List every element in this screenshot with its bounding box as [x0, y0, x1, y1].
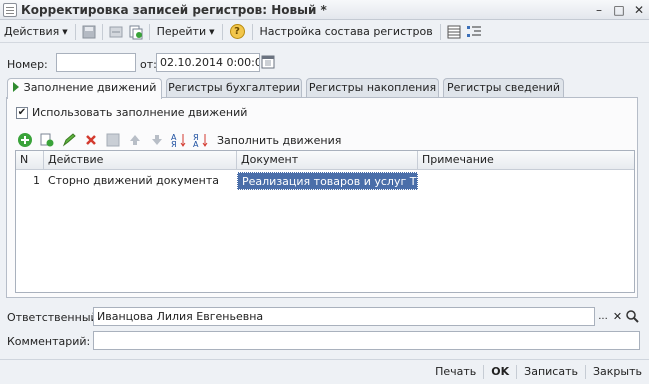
move-down-icon[interactable]: [149, 132, 165, 148]
register-list-icon[interactable]: [446, 24, 462, 40]
close-window-button[interactable]: Закрыть: [586, 363, 649, 381]
actions-label: Действия: [4, 25, 60, 38]
tab-accumulation-registers[interactable]: Регистры накопления: [306, 78, 439, 98]
toolbar-separator: [148, 23, 150, 40]
row-action[interactable]: Сторно движений документа: [44, 172, 237, 190]
play-icon: [12, 82, 19, 92]
toolbar-separator: [74, 23, 76, 40]
select-button[interactable]: ...: [596, 307, 610, 326]
row-document[interactable]: Реализация товаров и услуг Т.Д...: [237, 172, 418, 190]
title-bar: Корректировка записей регистров: Новый *…: [0, 0, 649, 20]
posting-icon[interactable]: [108, 24, 124, 40]
comment-field[interactable]: [93, 331, 640, 350]
use-fill-checkbox[interactable]: ✔: [16, 107, 28, 119]
minimize-button[interactable]: –: [589, 3, 609, 17]
use-fill-label: Использовать заполнение движений: [32, 106, 248, 119]
copy-icon[interactable]: [39, 132, 55, 148]
footer-bar: Печать OK Записать Закрыть: [0, 359, 649, 384]
responsible-label: Ответственный:: [7, 311, 102, 324]
close-button[interactable]: ✕: [629, 3, 649, 17]
actions-menu[interactable]: Действия ▼: [0, 22, 72, 42]
move-up-icon[interactable]: [127, 132, 143, 148]
delete-icon[interactable]: [83, 132, 99, 148]
edit-icon[interactable]: [61, 132, 77, 148]
end-edit-icon[interactable]: [105, 132, 121, 148]
ok-button[interactable]: OK: [484, 363, 516, 381]
clear-icon[interactable]: ✕: [611, 307, 624, 326]
column-header-document[interactable]: Документ: [237, 151, 418, 170]
goto-label: Перейти: [156, 25, 207, 38]
number-label: Номер:: [7, 58, 48, 71]
svg-text:A: A: [193, 140, 199, 148]
print-button[interactable]: Печать: [428, 363, 483, 381]
structure-list-icon[interactable]: [466, 24, 482, 40]
toolbar-separator: [439, 23, 441, 40]
add-icon[interactable]: [17, 132, 33, 148]
responsible-value: Иванцова Лилия Евгеньевна: [97, 310, 264, 323]
help-icon[interactable]: ?: [229, 24, 245, 39]
responsible-field[interactable]: Иванцова Лилия Евгеньевна: [93, 307, 595, 326]
calendar-icon[interactable]: [261, 54, 275, 70]
svg-text:Я: Я: [171, 140, 177, 148]
toolbar-separator: [251, 23, 253, 40]
movements-table: N Действие Документ Примечание 1 Сторно …: [15, 150, 635, 293]
save-disk-icon[interactable]: [81, 24, 97, 40]
caret-down-icon: ▼: [209, 27, 215, 36]
registers-setup-button[interactable]: Настройка состава регистров: [256, 22, 437, 42]
row-number: 1: [33, 174, 40, 187]
tab-fill-movements[interactable]: Заполнение движений: [7, 78, 162, 99]
tab-label: Регистры бухгалтерии: [168, 81, 300, 94]
row-note[interactable]: [418, 172, 634, 190]
registers-setup-label: Настройка состава регистров: [259, 25, 433, 38]
tab-label: Регистры сведений: [446, 81, 561, 94]
copy-document-icon[interactable]: [128, 24, 144, 40]
fill-movements-button[interactable]: Заполнить движения: [217, 134, 341, 147]
date-field[interactable]: 02.10.2014 0:00:00: [156, 53, 260, 72]
tab-information-registers[interactable]: Регистры сведений: [443, 78, 564, 98]
tab-accounting-registers[interactable]: Регистры бухгалтерии: [166, 78, 302, 98]
tab-panel: ✔ Использовать заполнение движений AЯ ЯA…: [6, 97, 638, 298]
tab-label: Заполнение движений: [23, 81, 157, 94]
comment-label: Комментарий:: [7, 335, 91, 348]
goto-menu[interactable]: Перейти ▼: [153, 22, 219, 42]
column-header-action[interactable]: Действие: [44, 151, 237, 170]
tab-label: Регистры накопления: [308, 81, 437, 94]
table-row[interactable]: 1 Сторно движений документа Реализация т…: [16, 172, 634, 190]
save-button[interactable]: Записать: [517, 363, 585, 381]
date-value: 02.10.2014 0:00:00: [160, 56, 260, 69]
toolbar-separator: [221, 23, 223, 40]
window-title: Корректировка записей регистров: Новый *: [21, 2, 327, 17]
open-search-icon[interactable]: [625, 307, 640, 326]
caret-down-icon: ▼: [62, 27, 68, 36]
grid-toolbar: AЯ ЯA Заполнить движения: [17, 130, 341, 150]
date-label: от:: [140, 58, 157, 71]
maximize-button[interactable]: □: [609, 3, 629, 17]
number-field[interactable]: [56, 53, 136, 72]
document-icon: [3, 2, 17, 17]
sort-ascending-icon[interactable]: AЯ: [171, 132, 187, 149]
sort-descending-icon[interactable]: ЯA: [193, 132, 209, 149]
tab-strip: Заполнение движений Регистры бухгалтерии…: [7, 78, 637, 99]
toolbar-separator: [101, 23, 103, 40]
column-header-n[interactable]: N: [16, 151, 44, 170]
main-toolbar: Действия ▼ Перейти ▼ ? Настройка состава р…: [0, 21, 649, 43]
table-header: N Действие Документ Примечание: [16, 151, 634, 170]
column-header-note[interactable]: Примечание: [418, 151, 634, 170]
